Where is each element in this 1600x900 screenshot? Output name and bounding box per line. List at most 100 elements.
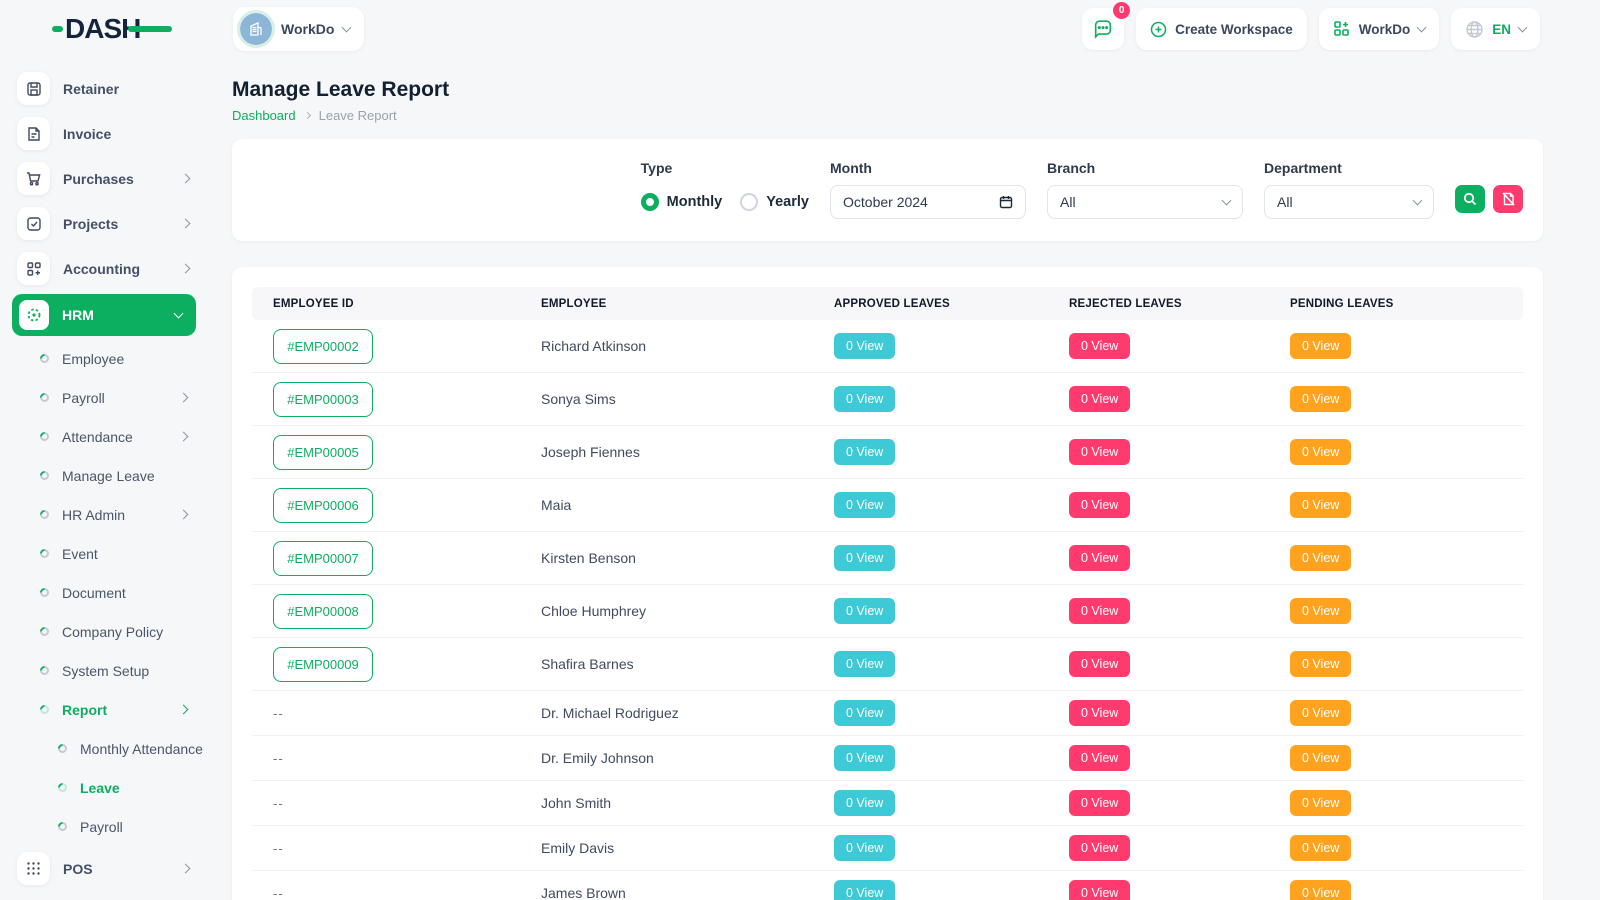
employee-id-button[interactable]: #EMP00003 — [273, 382, 373, 417]
chevron-down-icon — [1222, 196, 1232, 206]
pending-leaves-badge[interactable]: 0 View — [1290, 745, 1351, 771]
radio-checked-icon[interactable] — [641, 193, 659, 211]
approved-leaves-badge[interactable]: 0 View — [834, 745, 895, 771]
table-row: #EMP00002 Richard Atkinson 0 View 0 View… — [252, 320, 1523, 373]
apps-menu-button[interactable]: WorkDo — [1319, 8, 1440, 50]
pending-leaves-badge[interactable]: 0 View — [1290, 835, 1351, 861]
sidebar-item-attendance[interactable]: Attendance — [12, 417, 215, 456]
sidebar-item-company-policy[interactable]: Company Policy — [12, 612, 215, 651]
chevron-down-icon — [1518, 23, 1528, 33]
sidebar-label: System Setup — [62, 663, 149, 679]
radio-unchecked-icon[interactable] — [740, 193, 758, 211]
yearly-radio[interactable]: Yearly — [740, 193, 809, 211]
breadcrumb-dashboard-link[interactable]: Dashboard — [232, 108, 296, 123]
employee-id-button[interactable]: #EMP00002 — [273, 329, 373, 364]
sidebar-item-payroll[interactable]: Payroll — [12, 378, 215, 417]
chevron-down-icon — [342, 23, 352, 33]
pending-leaves-badge[interactable]: 0 View — [1290, 790, 1351, 816]
sidebar-item-document[interactable]: Document — [12, 573, 215, 612]
sidebar-label: Attendance — [62, 429, 133, 445]
sidebar-item-report[interactable]: Report — [12, 690, 215, 729]
employee-id-button[interactable]: #EMP00007 — [273, 541, 373, 576]
sidebar-item-purchases[interactable]: Purchases — [12, 156, 215, 201]
sidebar-label: Purchases — [63, 171, 134, 187]
search-button[interactable] — [1455, 185, 1485, 213]
sidebar-item-invoice[interactable]: Invoice — [12, 111, 215, 156]
sidebar-item-event[interactable]: Event — [12, 534, 215, 573]
approved-leaves-badge[interactable]: 0 View — [834, 790, 895, 816]
rejected-leaves-badge[interactable]: 0 View — [1069, 651, 1130, 677]
type-filter-group: Type Monthly Yearly — [641, 160, 809, 219]
rejected-leaves-badge[interactable]: 0 View — [1069, 880, 1130, 900]
sidebar-item-hr-admin[interactable]: HR Admin — [12, 495, 215, 534]
approved-leaves-badge[interactable]: 0 View — [834, 700, 895, 726]
reset-filter-button[interactable] — [1493, 185, 1523, 213]
sidebar-label: POS — [63, 861, 93, 877]
employee-name: Sonya Sims — [520, 391, 813, 407]
pending-leaves-badge[interactable]: 0 View — [1290, 386, 1351, 412]
employee-id-empty: -- — [252, 796, 520, 811]
sidebar-item-report-payroll[interactable]: Payroll — [12, 807, 215, 846]
rejected-leaves-badge[interactable]: 0 View — [1069, 598, 1130, 624]
department-select[interactable]: All — [1264, 185, 1434, 219]
workspace-switcher[interactable]: WorkDo — [233, 7, 364, 51]
approved-leaves-badge[interactable]: 0 View — [834, 598, 895, 624]
rejected-leaves-badge[interactable]: 0 View — [1069, 790, 1130, 816]
approved-leaves-badge[interactable]: 0 View — [834, 880, 895, 900]
sidebar-label: Retainer — [63, 81, 119, 97]
approved-leaves-badge[interactable]: 0 View — [834, 835, 895, 861]
department-label: Department — [1264, 160, 1434, 176]
sidebar-item-pos[interactable]: POS — [12, 846, 215, 891]
sidebar-item-employee[interactable]: Employee — [12, 339, 215, 378]
pending-leaves-badge[interactable]: 0 View — [1290, 492, 1351, 518]
column-header-employee-id: EMPLOYEE ID — [252, 298, 520, 310]
messages-button[interactable]: 0 — [1082, 8, 1124, 50]
sidebar-item-retainer[interactable]: Retainer — [12, 66, 215, 111]
sidebar-label: Leave — [80, 780, 120, 796]
chevron-right-icon — [181, 174, 191, 184]
employee-id-button[interactable]: #EMP00009 — [273, 647, 373, 682]
branch-select[interactable]: All — [1047, 185, 1243, 219]
approved-leaves-badge[interactable]: 0 View — [834, 651, 895, 677]
approved-leaves-badge[interactable]: 0 View — [834, 333, 895, 359]
rejected-leaves-badge[interactable]: 0 View — [1069, 333, 1130, 359]
monthly-radio[interactable]: Monthly — [641, 193, 723, 211]
brand-logo[interactable]: DASH — [52, 14, 172, 44]
pending-leaves-badge[interactable]: 0 View — [1290, 333, 1351, 359]
table-row: -- Dr. Emily Johnson 0 View 0 View 0 Vie… — [252, 736, 1523, 781]
globe-icon — [1465, 20, 1484, 39]
employee-id-button[interactable]: #EMP00006 — [273, 488, 373, 523]
month-input[interactable]: October 2024 — [830, 185, 1026, 219]
pending-leaves-badge[interactable]: 0 View — [1290, 598, 1351, 624]
sidebar-item-hrm[interactable]: HRM — [12, 294, 196, 336]
pending-leaves-badge[interactable]: 0 View — [1290, 700, 1351, 726]
create-workspace-button[interactable]: Create Workspace — [1136, 8, 1307, 50]
pending-leaves-badge[interactable]: 0 View — [1290, 651, 1351, 677]
sidebar-item-accounting[interactable]: Accounting — [12, 246, 215, 291]
pending-leaves-badge[interactable]: 0 View — [1290, 545, 1351, 571]
sidebar-item-projects[interactable]: Projects — [12, 201, 215, 246]
department-filter-group: Department All — [1264, 160, 1434, 219]
sidebar-item-manage-leave[interactable]: Manage Leave — [12, 456, 215, 495]
employee-id-button[interactable]: #EMP00005 — [273, 435, 373, 470]
rejected-leaves-badge[interactable]: 0 View — [1069, 492, 1130, 518]
sidebar-item-monthly-attendance[interactable]: Monthly Attendance — [12, 729, 215, 768]
language-selector[interactable]: EN — [1451, 8, 1540, 50]
pending-leaves-badge[interactable]: 0 View — [1290, 439, 1351, 465]
rejected-leaves-badge[interactable]: 0 View — [1069, 386, 1130, 412]
sidebar-item-system-setup[interactable]: System Setup — [12, 651, 215, 690]
approved-leaves-badge[interactable]: 0 View — [834, 439, 895, 465]
approved-leaves-badge[interactable]: 0 View — [834, 545, 895, 571]
approved-leaves-badge[interactable]: 0 View — [834, 492, 895, 518]
rejected-leaves-badge[interactable]: 0 View — [1069, 700, 1130, 726]
table-row: #EMP00006 Maia 0 View 0 View 0 View — [252, 479, 1523, 532]
sidebar-label: Event — [62, 546, 98, 562]
approved-leaves-badge[interactable]: 0 View — [834, 386, 895, 412]
pending-leaves-badge[interactable]: 0 View — [1290, 880, 1351, 900]
employee-id-button[interactable]: #EMP00008 — [273, 594, 373, 629]
sidebar-item-leave[interactable]: Leave — [12, 768, 215, 807]
rejected-leaves-badge[interactable]: 0 View — [1069, 745, 1130, 771]
rejected-leaves-badge[interactable]: 0 View — [1069, 439, 1130, 465]
rejected-leaves-badge[interactable]: 0 View — [1069, 545, 1130, 571]
rejected-leaves-badge[interactable]: 0 View — [1069, 835, 1130, 861]
